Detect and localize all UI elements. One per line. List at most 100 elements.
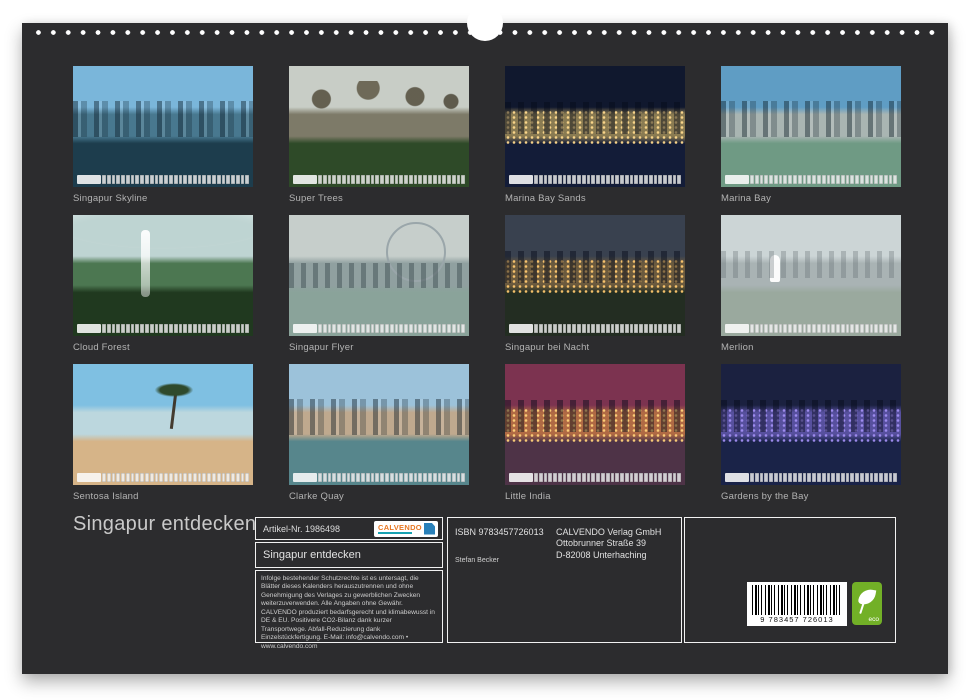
strip-day-cell [135, 324, 139, 333]
strip-day-cell [779, 324, 783, 333]
strip-day-cell [817, 324, 821, 333]
thumbnail-photo [73, 364, 253, 485]
thumbnail-photo [505, 66, 685, 187]
publisher-line: CALVENDO Verlag GmbH [556, 527, 661, 538]
strip-day-cell [164, 324, 168, 333]
strip-day-cell [587, 175, 591, 184]
strip-day-cell [582, 473, 586, 482]
strip-day-cell [193, 473, 197, 482]
strip-day-cell [865, 324, 869, 333]
strip-day-cell [850, 324, 854, 333]
strip-day-cell [112, 473, 116, 482]
strip-day-cell [582, 324, 586, 333]
strip-day-cell [606, 175, 610, 184]
strip-day-cell [188, 473, 192, 482]
strip-day-cell [870, 324, 874, 333]
publisher-line: D-82008 Unterhaching [556, 550, 661, 561]
isbn-publisher-box: ISBN 9783457726013 CALVENDO Verlag GmbH … [447, 517, 682, 643]
strip-day-cell [107, 473, 111, 482]
strip-day-cell [673, 175, 677, 184]
strip-day-cell [760, 175, 764, 184]
strip-day-cell [442, 324, 446, 333]
strip-day-cell [567, 175, 571, 184]
legal-text: Infolge bestehender Schutzrechte ist es … [261, 575, 437, 651]
thumbnail-caption: Marina Bay [721, 193, 901, 204]
strip-day-cell [375, 175, 379, 184]
strip-day-cell [371, 175, 375, 184]
thumbnail-caption: Cloud Forest [73, 342, 253, 353]
strip-day-cell [236, 473, 240, 482]
strip-day-cell [371, 473, 375, 482]
publisher-address: CALVENDO Verlag GmbH Ottobrunner Straße … [556, 527, 661, 561]
strip-day-cell [783, 324, 787, 333]
strip-day-cell [193, 324, 197, 333]
strip-day-cell [807, 324, 811, 333]
strip-day-cell [245, 324, 249, 333]
strip-day-cell [755, 473, 759, 482]
strip-month-cell [725, 473, 749, 482]
strip-day-cell [611, 175, 615, 184]
strip-month-cell [509, 175, 533, 184]
strip-day-cell [366, 324, 370, 333]
calendar-thumbnail: Clarke Quay [289, 364, 469, 513]
strip-day-cell [395, 473, 399, 482]
barcode-bars [752, 585, 842, 615]
strip-day-cell [611, 324, 615, 333]
strip-day-cell [788, 175, 792, 184]
strip-day-cell [644, 473, 648, 482]
thumbnail-caption: Marina Bay Sands [505, 193, 685, 204]
strip-day-cell [874, 473, 878, 482]
calvendo-tagline-bar [378, 532, 412, 534]
strip-day-cell [183, 473, 187, 482]
strip-day-cell [611, 473, 615, 482]
strip-day-cell [461, 324, 465, 333]
strip-day-cell [347, 324, 351, 333]
strip-day-cell [198, 175, 202, 184]
thumbnail-photo [289, 364, 469, 485]
calvendo-page-icon [424, 523, 435, 535]
strip-day-cell [217, 175, 221, 184]
strip-day-cell [644, 324, 648, 333]
strip-day-cell [361, 324, 365, 333]
strip-day-cell [423, 473, 427, 482]
strip-day-cell [116, 175, 120, 184]
strip-day-cell [793, 175, 797, 184]
strip-day-cell [625, 175, 629, 184]
calendar-strip [725, 473, 897, 482]
strip-day-cell [548, 473, 552, 482]
strip-day-cell [750, 324, 754, 333]
strip-day-cell [102, 473, 106, 482]
calendar-thumbnail: Little India [505, 364, 685, 513]
strip-day-cell [351, 175, 355, 184]
strip-day-cell [131, 473, 135, 482]
strip-day-cell [126, 324, 130, 333]
strip-day-cell [807, 473, 811, 482]
strip-day-cell [750, 473, 754, 482]
strip-day-cell [375, 473, 379, 482]
strip-day-cell [231, 324, 235, 333]
strip-day-cell [774, 175, 778, 184]
strip-day-cell [779, 175, 783, 184]
strip-day-cell [361, 175, 365, 184]
strip-day-cell [601, 175, 605, 184]
strip-day-cell [658, 324, 662, 333]
strip-day-cell [879, 473, 883, 482]
strip-day-cell [452, 175, 456, 184]
strip-day-cell [150, 473, 154, 482]
strip-day-cell [553, 175, 557, 184]
strip-day-cell [155, 324, 159, 333]
strip-day-cell [755, 324, 759, 333]
strip-day-cell [827, 324, 831, 333]
strip-day-cell [654, 473, 658, 482]
calendar-thumbnail: Singapur Flyer [289, 215, 469, 364]
isbn-number: ISBN 9783457726013 [455, 527, 544, 537]
strip-day-cell [390, 324, 394, 333]
strip-day-cell [198, 473, 202, 482]
strip-day-cell [822, 175, 826, 184]
strip-day-cell [461, 473, 465, 482]
strip-day-cell [159, 473, 163, 482]
strip-day-cell [544, 175, 548, 184]
strip-day-cell [414, 473, 418, 482]
strip-day-cell [202, 324, 206, 333]
strip-day-cell [798, 175, 802, 184]
